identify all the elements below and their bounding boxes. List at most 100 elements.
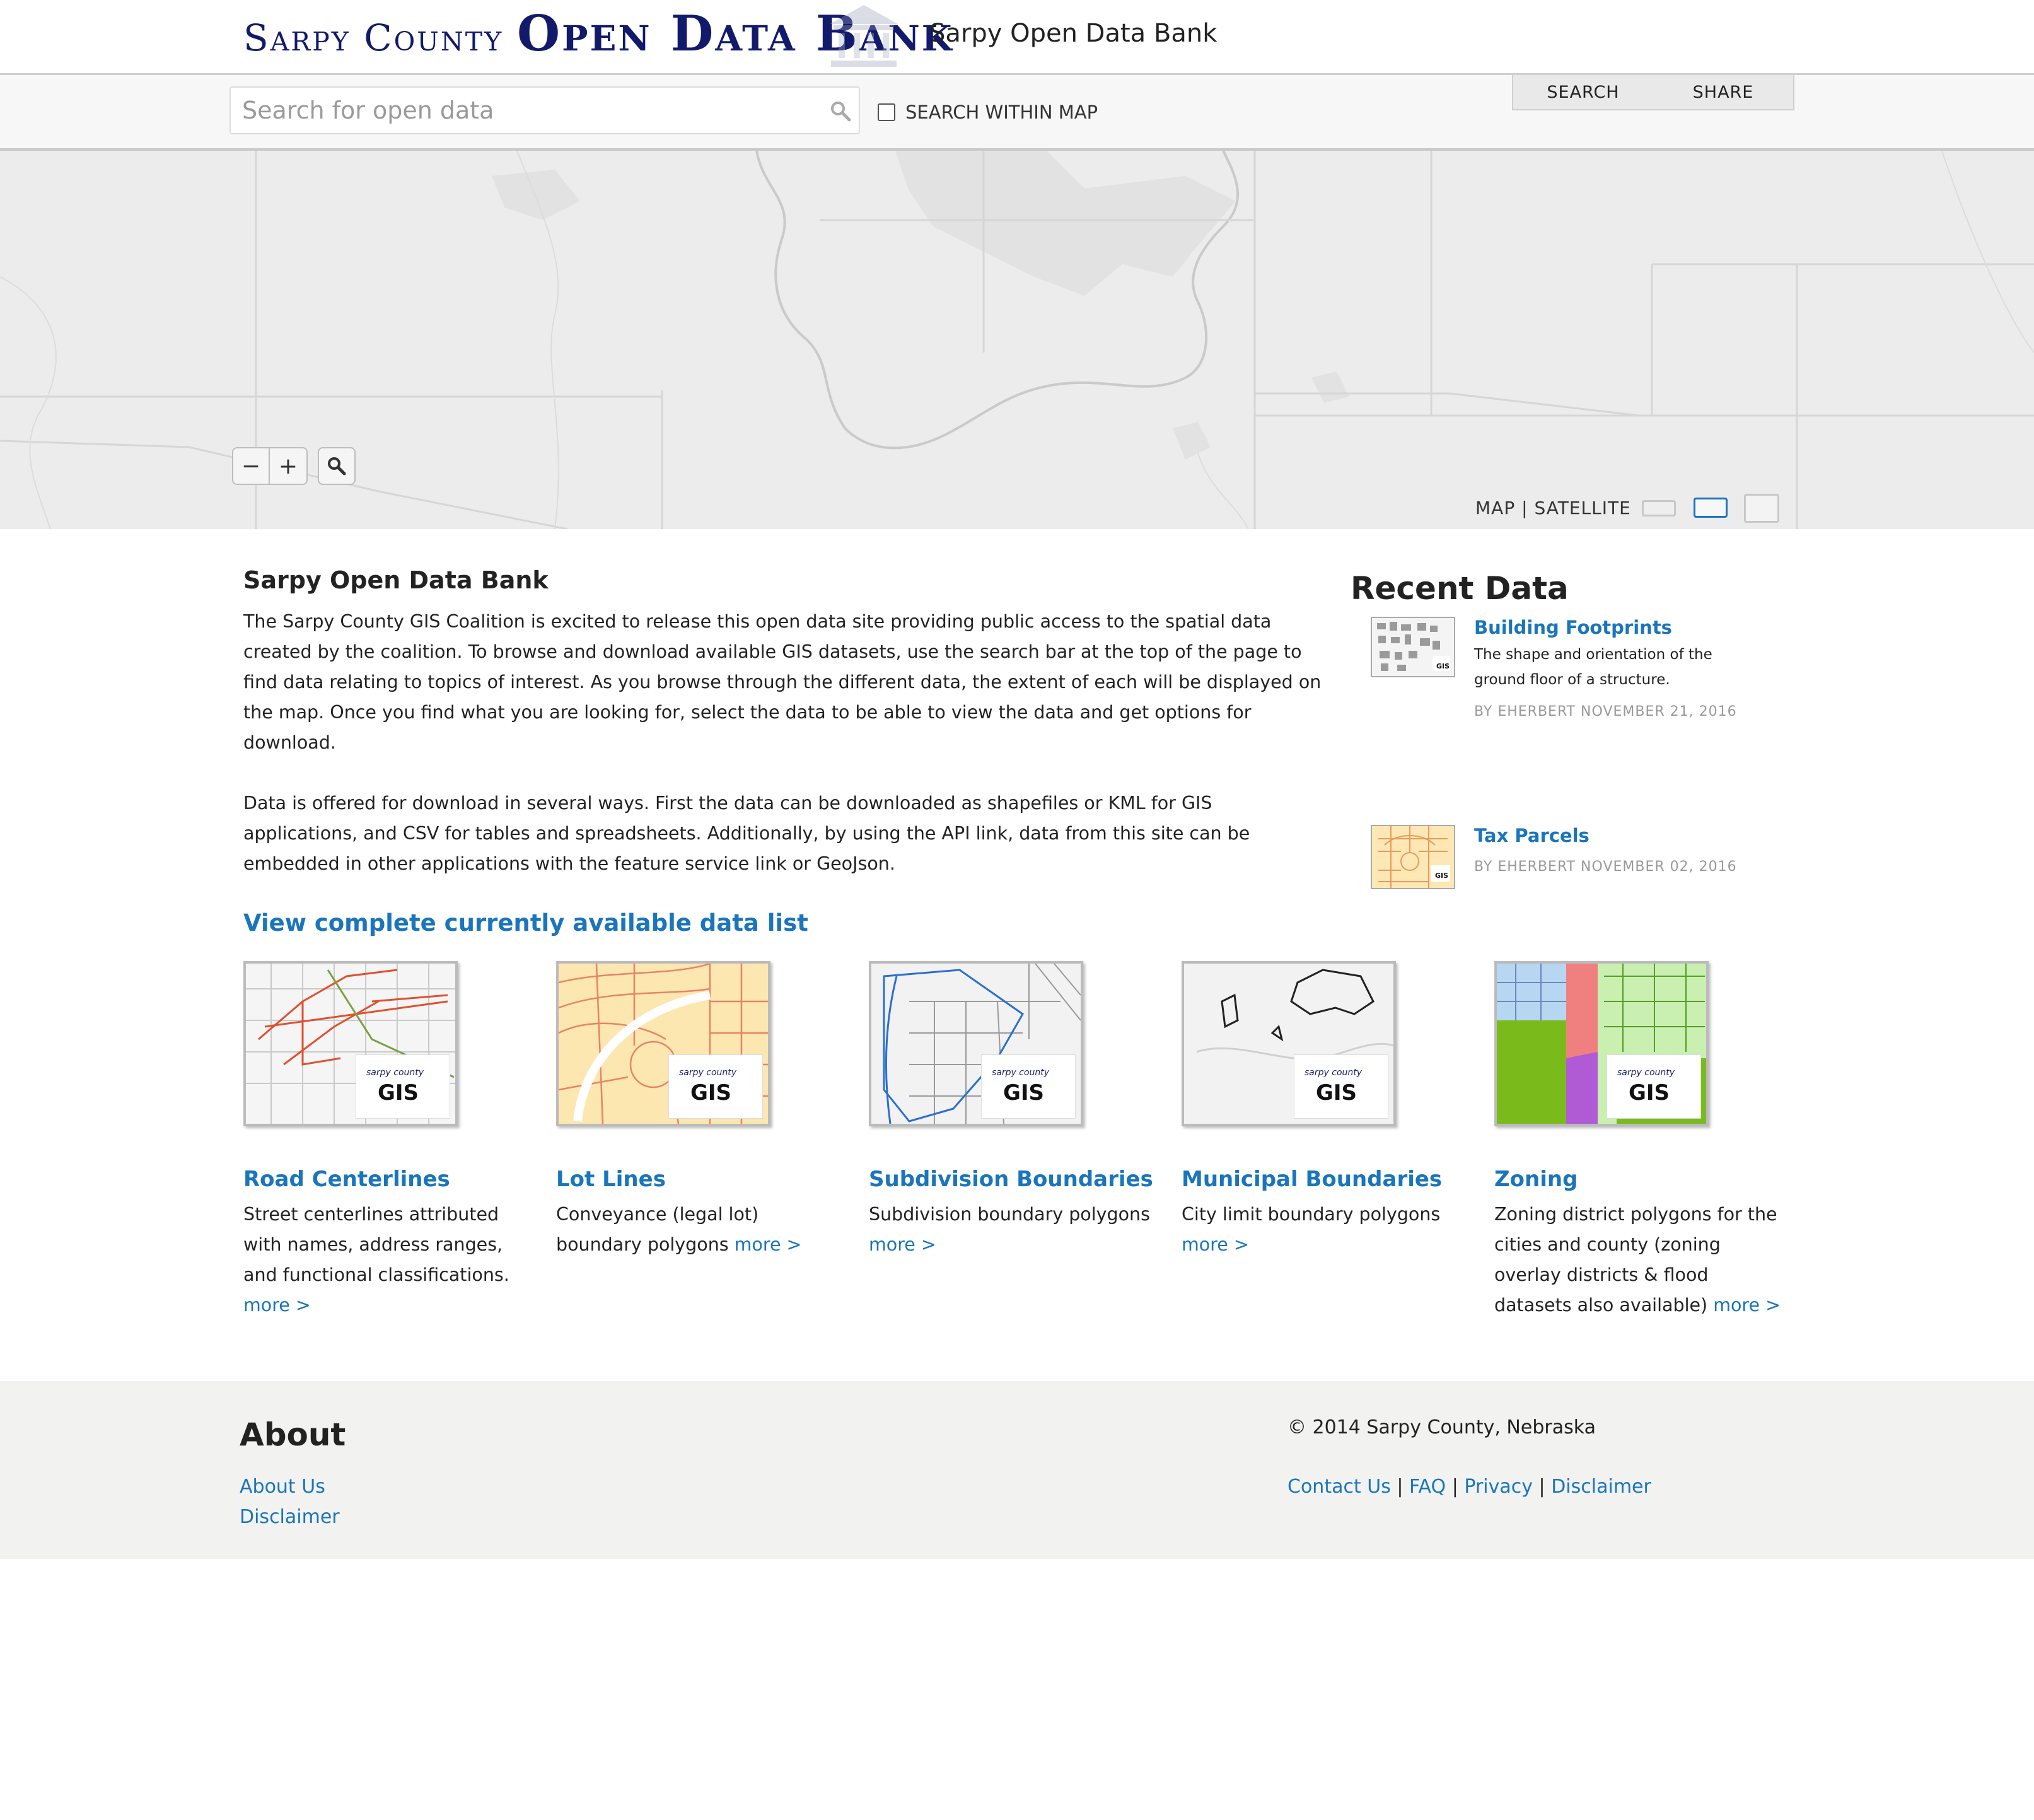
road-centerlines-thumbnail[interactable]: sarpy county GIS	[243, 961, 458, 1126]
intro-title: Sarpy Open Data Bank	[243, 566, 549, 594]
tax-parcels-badge-text: GIS	[1435, 872, 1448, 880]
recent-item-description: The shape and orientation of the ground …	[1474, 646, 1712, 688]
basemap-map-option[interactable]: MAP	[1475, 498, 1515, 518]
gis-logo-badge: sarpy county GIS	[1294, 1054, 1388, 1119]
tax-parcels-graphic: GIS	[1372, 826, 1454, 888]
footer-disclaimer-link[interactable]: Disclaimer	[240, 1506, 340, 1528]
search-within-map-checkbox[interactable]	[878, 103, 895, 121]
gis-logo-badge: sarpy county GIS	[356, 1054, 450, 1119]
recent-item-meta: BY EHERBERT NOVEMBER 21, 2016	[1474, 704, 1737, 720]
subdivision-boundaries-thumbnail[interactable]: sarpy county GIS	[869, 961, 1083, 1126]
search-within-map-label: SEARCH WITHIN MAP	[905, 102, 1098, 123]
dataset-more-link[interactable]: more >	[1182, 1234, 1249, 1255]
recent-data-heading: Recent Data	[1351, 570, 1569, 607]
dataset-card-subdivision-boundaries: sarpy county GIS Subdivision Boundaries …	[869, 961, 1159, 1260]
dataset-more-link[interactable]: more >	[243, 1295, 311, 1315]
tab-search[interactable]: SEARCH	[1513, 75, 1653, 109]
site-footer: About About Us Disclaimer © 2014 Sarpy C…	[0, 1381, 2034, 1559]
footer-separator: |	[1397, 1476, 1403, 1498]
recent-data-panel: Recent Data GIS Building Footprints The …	[1351, 570, 1804, 889]
dataset-description: Subdivision boundary polygons more >	[869, 1199, 1159, 1260]
dataset-more-link[interactable]: more >	[869, 1234, 936, 1255]
gis-logo-gis: GIS	[690, 1080, 732, 1105]
dataset-card-lot-lines: sarpy county GIS Lot Lines Conveyance (l…	[556, 961, 846, 1260]
dataset-description-text: Street centerlines attributed with names…	[243, 1204, 509, 1285]
basemap-swatch-light[interactable]	[1642, 500, 1676, 516]
footer-copyright: © 2014 Sarpy County, Nebraska	[1287, 1416, 1596, 1438]
gis-logo-county: sarpy county	[992, 1068, 1050, 1078]
gis-logo-badge: sarpy county GIS	[1607, 1054, 1701, 1119]
footer-separator: |	[1538, 1476, 1545, 1498]
gis-logo-badge: sarpy county GIS	[981, 1054, 1076, 1119]
site-title: Sarpy Open Data Bank	[929, 19, 1217, 48]
footer-nav: Contact Us | FAQ | Privacy | Disclaimer	[1287, 1476, 1651, 1498]
bank-building-icon	[830, 5, 898, 67]
gis-logo-county: sarpy county	[1305, 1068, 1363, 1078]
basemap-toggle: MAP | SATELLITE	[1475, 498, 1631, 518]
dataset-card-municipal-boundaries: sarpy county GIS Municipal Boundaries Ci…	[1182, 961, 1472, 1260]
footer-separator: |	[1451, 1476, 1458, 1498]
footer-contact-link[interactable]: Contact Us	[1287, 1476, 1391, 1498]
gis-logo-gis: GIS	[1316, 1080, 1357, 1105]
basemap-swatch-selected[interactable]	[1694, 498, 1728, 518]
building-footprints-badge-text: GIS	[1436, 662, 1450, 670]
recent-item-title[interactable]: Tax Parcels	[1474, 825, 1764, 846]
dataset-description: Conveyance (legal lot) boundary polygons…	[556, 1199, 846, 1260]
dataset-description-text: Subdivision boundary polygons	[869, 1204, 1150, 1225]
dataset-description: Zoning district polygons for the cities …	[1494, 1199, 1784, 1321]
dataset-title[interactable]: Zoning	[1494, 1167, 1784, 1192]
recent-item-meta: BY EHERBERT NOVEMBER 02, 2016	[1474, 859, 1737, 875]
tax-parcels-thumbnail[interactable]: GIS	[1371, 825, 1455, 889]
tab-share[interactable]: SHARE	[1653, 75, 1793, 109]
search-share-tabs: SEARCH SHARE	[1512, 75, 1794, 110]
footer-about-us-link[interactable]: About Us	[240, 1476, 325, 1498]
basemap-satellite-option[interactable]: SATELLITE	[1534, 498, 1630, 518]
gis-logo-gis: GIS	[378, 1080, 419, 1105]
dataset-description-text: City limit boundary polygons	[1182, 1204, 1441, 1225]
zoning-thumbnail[interactable]: sarpy county GIS	[1494, 961, 1709, 1126]
gis-logo-county: sarpy county	[1617, 1068, 1675, 1078]
map-view[interactable]: − + MAP | SATELLITE	[0, 151, 2034, 529]
intro-paragraph-1: The Sarpy County GIS Coalition is excite…	[243, 611, 1322, 753]
dataset-description-text: Conveyance (legal lot) boundary polygons	[556, 1204, 759, 1255]
magnifier-icon	[328, 457, 346, 475]
footer-about-heading: About	[240, 1416, 346, 1453]
municipal-boundaries-thumbnail[interactable]: sarpy county GIS	[1182, 961, 1396, 1126]
building-footprints-graphic: GIS	[1372, 618, 1454, 676]
zoom-controls: − +	[232, 447, 356, 485]
building-footprints-thumbnail[interactable]: GIS	[1371, 617, 1455, 677]
search-within-map-toggle[interactable]: SEARCH WITHIN MAP	[878, 102, 1098, 123]
gis-logo-county: sarpy county	[679, 1068, 737, 1078]
dataset-title[interactable]: Subdivision Boundaries	[869, 1167, 1159, 1192]
gis-logo-gis: GIS	[1003, 1080, 1045, 1105]
gis-logo-badge: sarpy county GIS	[668, 1054, 763, 1119]
gis-logo-gis: GIS	[1629, 1080, 1670, 1105]
footer-privacy-link[interactable]: Privacy	[1464, 1476, 1533, 1498]
recent-item-title[interactable]: Building Footprints	[1474, 617, 1764, 638]
gis-logo-county: sarpy county	[366, 1068, 424, 1078]
dataset-description: City limit boundary polygons more >	[1182, 1199, 1472, 1260]
search-icon[interactable]	[830, 100, 851, 122]
dataset-description: Street centerlines attributed with names…	[243, 1199, 533, 1321]
dataset-title[interactable]: Municipal Boundaries	[1182, 1167, 1472, 1192]
search-bar: SEARCH WITHIN MAP SEARCH SHARE	[0, 75, 2034, 151]
map-search-button[interactable]	[318, 447, 356, 485]
dataset-more-link[interactable]: more >	[1713, 1295, 1781, 1315]
intro-section: Sarpy Open Data Bank The Sarpy County GI…	[243, 566, 1328, 936]
zoom-out-button[interactable]: −	[232, 447, 270, 485]
lot-lines-thumbnail[interactable]: sarpy county GIS	[556, 961, 770, 1126]
dataset-more-link[interactable]: more >	[735, 1234, 802, 1255]
basemap-separator: |	[1521, 498, 1528, 518]
site-header: Sarpy County Open Data Bank Sarpy Open D…	[0, 0, 2034, 75]
view-data-list-link[interactable]: View complete currently available data l…	[243, 909, 1328, 936]
basemap-swatch-dark[interactable]	[1744, 494, 1779, 523]
logo-line-1: Sarpy County	[243, 16, 504, 59]
dataset-card-road-centerlines: sarpy county GIS Road Centerlines Street…	[243, 961, 533, 1321]
footer-faq-link[interactable]: FAQ	[1409, 1476, 1446, 1498]
dataset-title[interactable]: Road Centerlines	[243, 1167, 533, 1192]
dataset-title[interactable]: Lot Lines	[556, 1167, 846, 1192]
zoom-in-button[interactable]: +	[270, 447, 308, 485]
search-input[interactable]	[230, 86, 860, 134]
footer-nav-disclaimer-link[interactable]: Disclaimer	[1551, 1476, 1651, 1498]
intro-paragraph-2: Data is offered for download in several …	[243, 793, 1250, 874]
